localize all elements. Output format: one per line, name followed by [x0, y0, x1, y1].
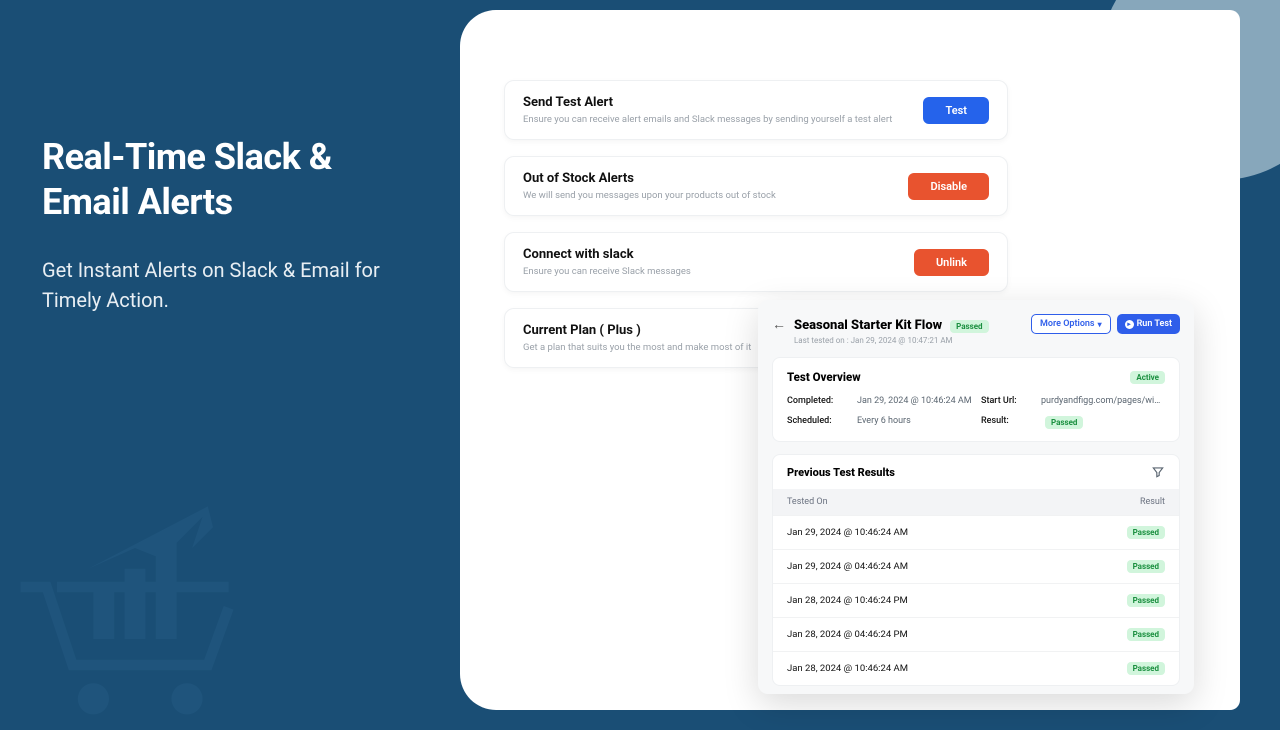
run-test-label: Run Test: [1137, 319, 1172, 329]
col-result: Result: [1140, 497, 1165, 507]
result-label: Result:: [981, 416, 1041, 429]
completed-value: Jan 29, 2024 @ 10:46:24 AM: [857, 396, 981, 406]
play-icon: ►: [1125, 320, 1134, 329]
filter-icon[interactable]: [1151, 465, 1165, 479]
tested-on-value: Jan 29, 2024 @ 10:46:24 AM: [787, 527, 908, 538]
completed-label: Completed:: [787, 396, 857, 406]
setting-title: Current Plan ( Plus ): [523, 323, 751, 338]
col-tested-on: Tested On: [787, 497, 828, 507]
flow-detail-panel: ← Seasonal Starter Kit Flow Passed Last …: [758, 300, 1194, 694]
unlink-button[interactable]: Unlink: [914, 249, 989, 276]
table-row[interactable]: Jan 28, 2024 @ 04:46:24 PM Passed: [773, 617, 1179, 651]
hero-subtitle: Get Instant Alerts on Slack & Email for …: [42, 255, 422, 315]
disable-button[interactable]: Disable: [908, 173, 989, 200]
tested-on-value: Jan 28, 2024 @ 10:46:24 AM: [787, 663, 908, 674]
result-badge: Passed: [1045, 416, 1083, 429]
table-row[interactable]: Jan 28, 2024 @ 10:46:24 PM Passed: [773, 583, 1179, 617]
setting-desc: We will send you messages upon your prod…: [523, 190, 776, 201]
chevron-down-icon: ▾: [1098, 320, 1102, 329]
setting-out-of-stock: Out of Stock Alerts We will send you mes…: [504, 156, 1008, 216]
cart-chart-icon: [5, 470, 265, 730]
more-options-button[interactable]: More Options ▾: [1031, 314, 1111, 334]
results-heading: Previous Test Results: [787, 466, 895, 479]
overview-heading: Test Overview: [787, 370, 861, 384]
back-arrow-icon[interactable]: ←: [772, 316, 786, 333]
table-row[interactable]: Jan 28, 2024 @ 10:46:24 AM Passed: [773, 651, 1179, 685]
result-badge: Passed: [1127, 628, 1165, 641]
tested-on-value: Jan 29, 2024 @ 04:46:24 AM: [787, 561, 908, 572]
status-badge: Passed: [950, 320, 988, 333]
result-badge: Passed: [1127, 526, 1165, 539]
result-badge: Passed: [1127, 662, 1165, 675]
starturl-label: Start Url:: [981, 396, 1041, 406]
setting-title: Connect with slack: [523, 247, 691, 262]
scheduled-label: Scheduled:: [787, 416, 857, 429]
setting-send-test-alert: Send Test Alert Ensure you can receive a…: [504, 80, 1008, 140]
setting-connect-slack: Connect with slack Ensure you can receiv…: [504, 232, 1008, 292]
hero-title: Real-Time Slack & Email Alerts: [42, 135, 422, 225]
setting-title: Out of Stock Alerts: [523, 171, 776, 186]
run-test-button[interactable]: ► Run Test: [1117, 314, 1180, 334]
hero-text-block: Real-Time Slack & Email Alerts Get Insta…: [42, 135, 422, 315]
tested-on-value: Jan 28, 2024 @ 10:46:24 PM: [787, 595, 908, 606]
starturl-link[interactable]: purdyandfigg.com/pages/winter-...: [1041, 396, 1165, 406]
result-badge: Passed: [1127, 594, 1165, 607]
test-overview-card: Test Overview Active Completed: Jan 29, …: [772, 357, 1180, 442]
tested-on-value: Jan 28, 2024 @ 04:46:24 PM: [787, 629, 908, 640]
test-button[interactable]: Test: [923, 97, 989, 124]
active-badge: Active: [1130, 371, 1165, 384]
setting-desc: Ensure you can receive alert emails and …: [523, 114, 892, 125]
last-tested-text: Last tested on : Jan 29, 2024 @ 10:47:21…: [794, 336, 1023, 345]
table-row[interactable]: Jan 29, 2024 @ 10:46:24 AM Passed: [773, 515, 1179, 549]
table-row[interactable]: Jan 29, 2024 @ 04:46:24 AM Passed: [773, 549, 1179, 583]
setting-desc: Ensure you can receive Slack messages: [523, 266, 691, 277]
previous-results-card: Previous Test Results Tested On Result J…: [772, 454, 1180, 686]
flow-title: Seasonal Starter Kit Flow: [794, 318, 942, 333]
setting-title: Send Test Alert: [523, 95, 892, 110]
more-options-label: More Options: [1040, 319, 1095, 329]
scheduled-value: Every 6 hours: [857, 416, 981, 429]
result-badge: Passed: [1127, 560, 1165, 573]
setting-desc: Get a plan that suits you the most and m…: [523, 342, 751, 353]
